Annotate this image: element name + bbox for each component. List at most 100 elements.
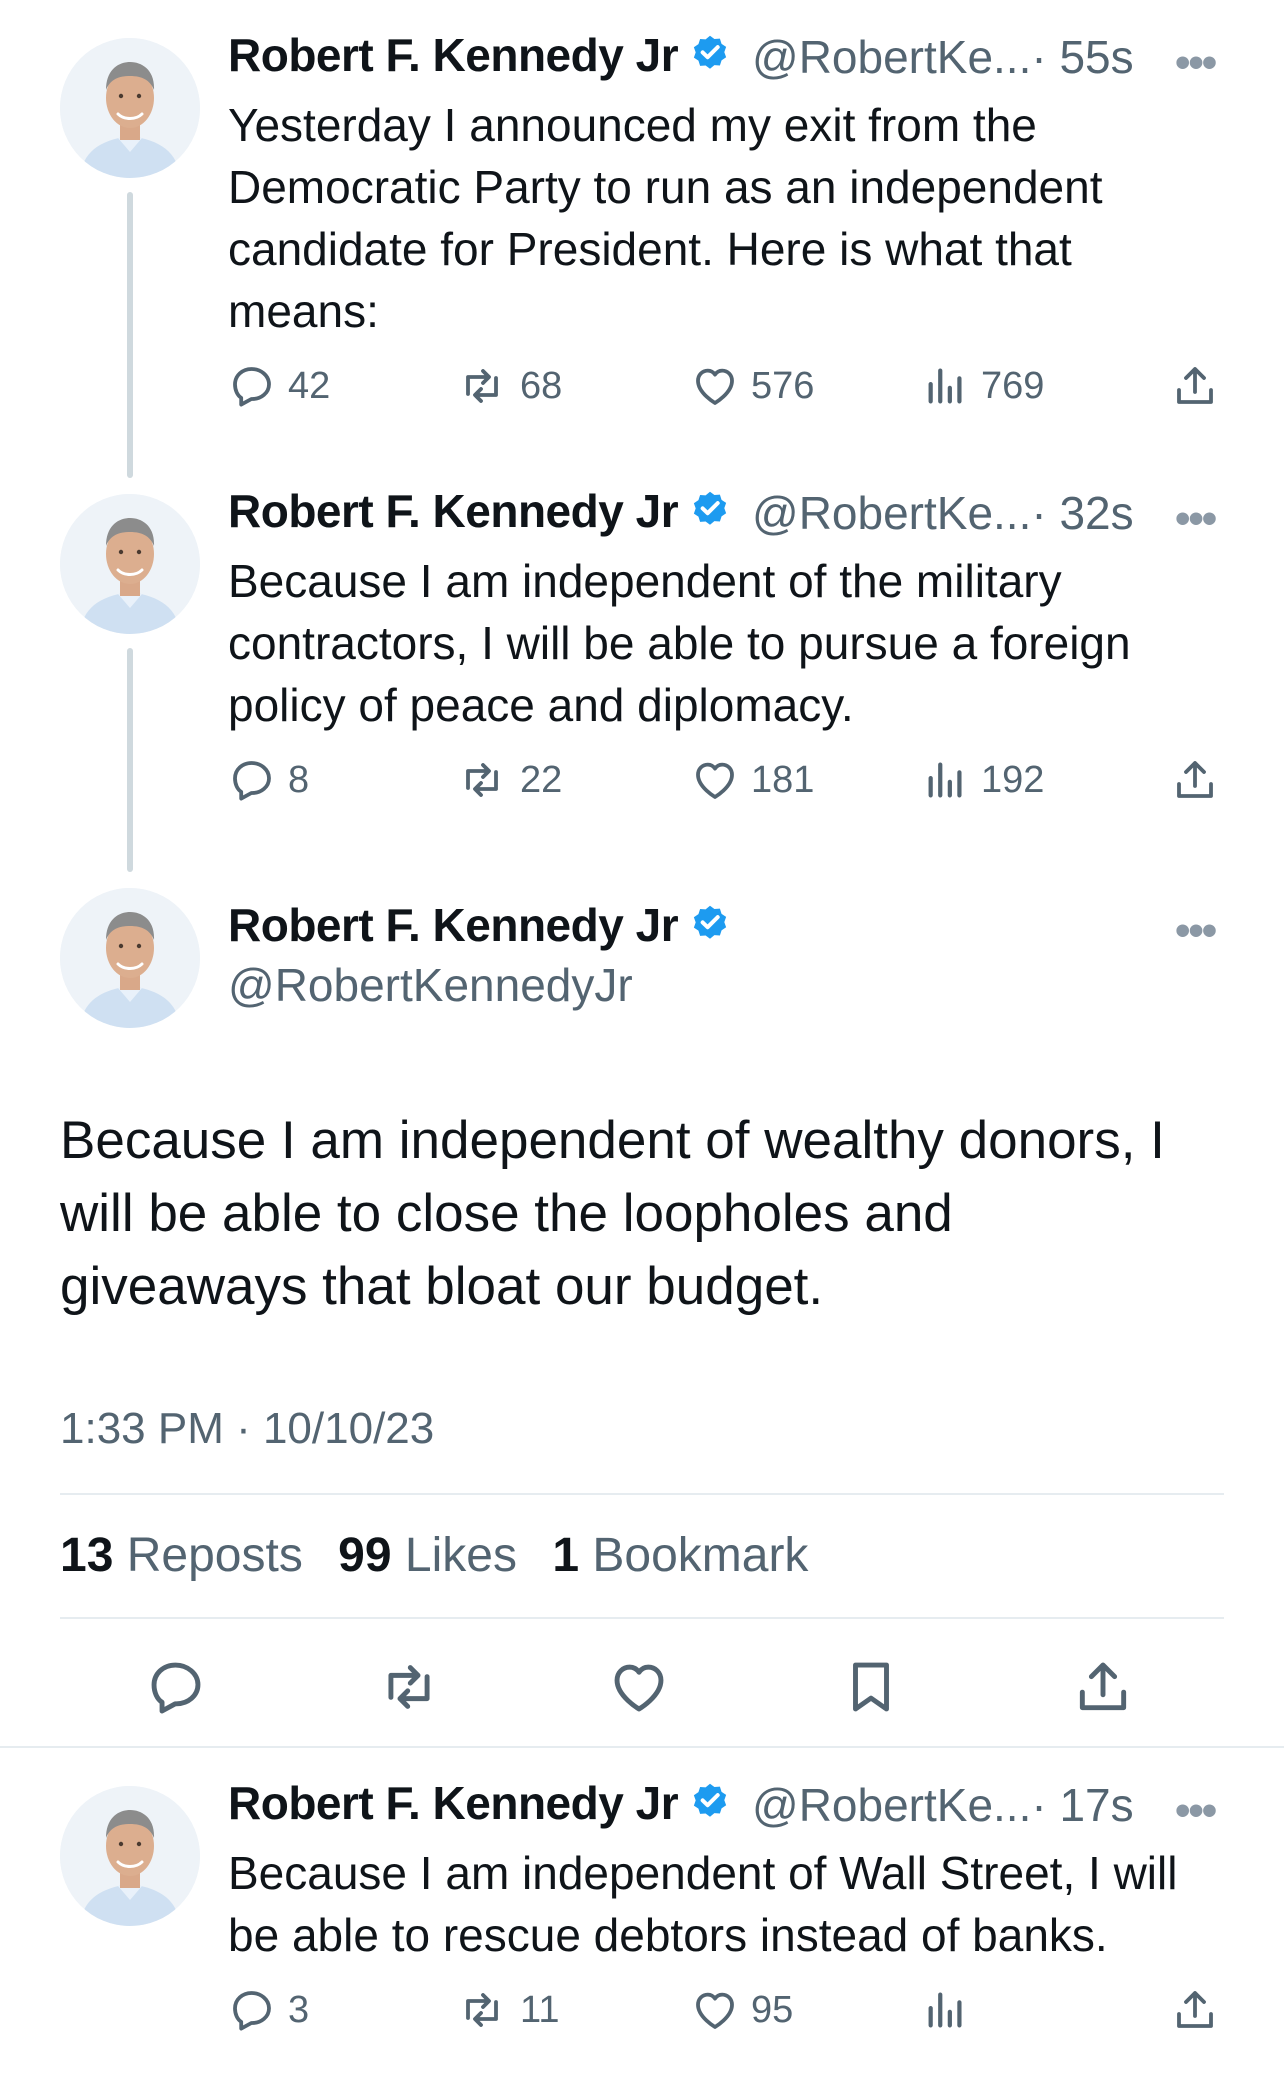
repost-icon [456,362,508,410]
repost-button[interactable]: 68 [456,362,562,410]
thread-line [127,648,133,872]
reply-icon [228,756,276,804]
repost-icon [456,1986,508,2034]
like-count: 576 [751,364,815,407]
repost-button[interactable]: 22 [456,756,562,804]
profile-photo-icon [60,1786,200,1926]
share-icon [1171,1986,1219,2034]
reply-button[interactable]: 42 [228,362,330,410]
timestamp[interactable]: 1:33 PM · 10/10/23 [60,1404,434,1454]
view-count: 192 [981,758,1045,801]
reply-count: 8 [288,758,310,801]
time[interactable]: · 55s [1031,31,1133,83]
like-icon [691,756,739,804]
like-icon [691,1986,739,2034]
display-name[interactable]: Robert F. Kennedy Jr [228,485,679,537]
share-button[interactable] [1171,756,1219,804]
time[interactable]: · 17s [1031,1779,1133,1831]
like-button[interactable] [608,1656,670,1723]
reposts-count: 13 [60,1529,114,1582]
reply-icon [228,1986,276,2034]
verified-badge-icon [688,1781,732,1830]
main-tweet-text: Because I am independent of wealthy dono… [60,1111,1165,1316]
divider [0,1746,1284,1748]
more-options-icon[interactable]: ••• [1175,494,1217,544]
main-tweet-actions [0,1656,1284,1720]
views-button[interactable]: 769 [923,362,1044,410]
bookmark-button[interactable] [840,1656,902,1723]
more-options-icon[interactable]: ••• [1175,1786,1217,1836]
tweet-header: Robert F. Kennedy Jr [228,28,732,82]
share-icon [1072,1656,1134,1718]
tweet-actions: 42 68 576 769 [228,362,1228,422]
time[interactable]: · 32s [1031,487,1133,539]
handle[interactable]: @RobertKe... [752,487,1031,539]
handle[interactable]: @RobertKe... [752,1779,1031,1831]
likes-count: 99 [338,1529,392,1582]
verified-badge-icon [688,33,732,82]
repost-icon [456,756,508,804]
views-icon [923,1986,969,2034]
profile-photo-icon [60,494,200,634]
display-name[interactable]: Robert F. Kennedy Jr [228,899,679,951]
bookmarks-label: Bookmark [592,1529,809,1582]
reply-count: 42 [288,364,331,407]
share-icon [1171,756,1219,804]
reply-button[interactable]: 3 [228,1986,309,2034]
like-count: 181 [751,758,815,801]
avatar[interactable] [60,1786,200,1926]
profile-photo-icon [60,888,200,1028]
repost-count: 22 [520,758,563,801]
repost-count: 68 [520,364,563,407]
reposts-label: Reposts [126,1529,303,1582]
more-options-icon[interactable]: ••• [1175,38,1217,88]
tweet-header: Robert F. Kennedy Jr [228,1776,732,1830]
likes-stat[interactable]: 99 Likes [338,1529,517,1582]
handle-time: @RobertKe...· 55s [752,30,1134,84]
verified-badge-icon [688,489,732,538]
share-button[interactable] [1171,1986,1219,2034]
like-icon [608,1656,670,1718]
handle[interactable]: @RobertKe... [752,31,1031,83]
reposts-stat[interactable]: 13 Reposts [60,1529,303,1582]
views-button[interactable]: 192 [923,756,1044,804]
display-name[interactable]: Robert F. Kennedy Jr [228,1777,679,1829]
reply-button[interactable] [145,1656,207,1723]
divider [60,1493,1224,1495]
main-tweet-header: Robert F. Kennedy Jr [228,898,732,952]
display-name[interactable]: Robert F. Kennedy Jr [228,29,679,81]
share-button[interactable] [1072,1656,1134,1723]
views-icon [923,362,969,410]
tweet-header: Robert F. Kennedy Jr [228,484,732,538]
bookmarks-stat[interactable]: 1 Bookmark [552,1529,808,1582]
more-options-icon[interactable]: ••• [1175,906,1217,956]
repost-count: 11 [520,1988,560,2031]
tweet-actions: 8 22 181 192 [228,756,1228,816]
avatar[interactable] [60,38,200,178]
handle[interactable]: @RobertKennedyJr [228,958,633,1012]
tweet-text: Yesterday I announced my exit from the D… [228,99,1103,337]
reply-count: 3 [288,1988,310,2031]
avatar[interactable] [60,888,200,1028]
thread-line [127,192,133,478]
bookmark-icon [840,1656,902,1718]
like-icon [691,362,739,410]
reply-icon [145,1656,207,1718]
repost-button[interactable] [376,1656,442,1723]
views-button[interactable] [923,1986,981,2034]
like-button[interactable]: 576 [691,362,814,410]
like-count: 95 [751,1988,794,2031]
reply-button[interactable]: 8 [228,756,309,804]
views-icon [923,756,969,804]
handle-time: @RobertKe...· 17s [752,1778,1134,1832]
divider [60,1617,1224,1619]
likes-label: Likes [404,1529,517,1582]
repost-button[interactable]: 11 [456,1986,559,2034]
like-button[interactable]: 181 [691,756,814,804]
avatar[interactable] [60,494,200,634]
like-button[interactable]: 95 [691,1986,793,2034]
profile-photo-icon [60,38,200,178]
tweet-actions: 3 11 95 [228,1986,1228,2046]
share-icon [1171,362,1219,410]
share-button[interactable] [1171,362,1219,410]
